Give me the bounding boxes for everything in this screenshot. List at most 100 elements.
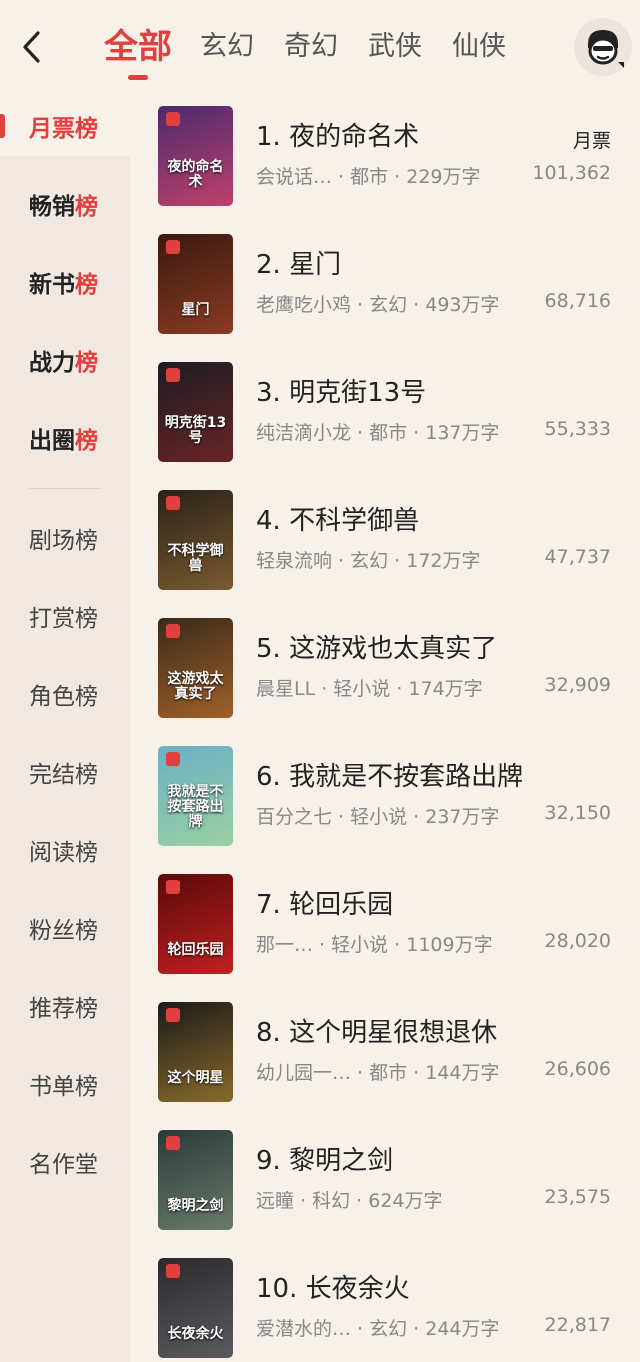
book-meta: 爱潜水的… · 玄幻 · 244万字 — [256, 1318, 500, 1340]
sidebar-item-label-accent: 榜 — [75, 272, 98, 298]
book-meta: 老鹰吃小鸡 · 玄幻 · 493万字 — [256, 294, 500, 316]
cover-title: 我就是不按套路出牌 — [167, 784, 224, 830]
sidebar-item-label: 月票榜 — [29, 116, 98, 142]
ranking-sidebar: 月票榜 畅销榜 新书榜 战力榜 出圈榜 剧场榜 打赏榜 角色榜 完结榜 阅读榜 … — [0, 96, 130, 1362]
book-row[interactable]: 我就是不按套路出牌 6. 我就是不按套路出牌百分之七 · 轻小说 · 237万字 3… — [130, 736, 640, 864]
cover-title: 夜的命名术 — [167, 159, 224, 190]
book-row[interactable]: 这游戏太真实了 5. 这游戏也太真实了晨星LL · 轻小说 · 174万字 32,9… — [130, 608, 640, 736]
sidebar-item-breakout[interactable]: 出圈榜 — [0, 408, 130, 468]
book-title: 2. 星门 — [256, 250, 342, 280]
tab-qihuan[interactable]: 奇幻 — [284, 22, 338, 72]
user-avatar-icon — [588, 30, 624, 68]
sidebar-item-new-books[interactable]: 新书榜 — [0, 252, 130, 312]
sidebar-item-label-accent: 榜 — [75, 194, 98, 220]
cover-title: 这个明星 — [167, 1070, 224, 1086]
tab-xuanhuan[interactable]: 玄幻 — [200, 22, 254, 72]
monthly-ticket-count: 32,909 — [544, 674, 611, 696]
sidebar-item-theater[interactable]: 剧场榜 — [0, 508, 130, 568]
book-title: 7. 轮回乐园 — [256, 890, 394, 920]
cover-title: 这游戏太真实了 — [167, 671, 224, 702]
sidebar-item-label-accent: 榜 — [75, 350, 98, 376]
sidebar-item-bestseller[interactable]: 畅销榜 — [0, 174, 130, 234]
tab-all[interactable]: 全部 — [104, 22, 172, 80]
sidebar-item-characters[interactable]: 角色榜 — [0, 664, 130, 724]
monthly-ticket-count: 32,150 — [544, 802, 611, 824]
book-meta: 那一… · 轻小说 · 1109万字 — [256, 934, 493, 956]
monthly-ticket-count: 28,020 — [544, 930, 611, 952]
publisher-logo-icon — [166, 880, 180, 894]
sidebar-item-fans[interactable]: 粉丝榜 — [0, 898, 130, 958]
category-tabs: 全部 玄幻 奇幻 武侠 仙侠 — [104, 22, 536, 80]
sidebar-divider — [29, 488, 101, 489]
book-meta: 远瞳 · 科幻 · 624万字 — [256, 1190, 443, 1212]
book-row[interactable]: 黎明之剑 9. 黎明之剑远瞳 · 科幻 · 624万字 23,575 — [130, 1120, 640, 1248]
book-cover-image: 星门 — [158, 234, 233, 334]
cover-title: 不科学御兽 — [167, 543, 224, 574]
book-row[interactable]: 长夜余火 10. 长夜余火 爱潜水的… · 玄幻 · 244万字 22,817 — [130, 1248, 640, 1362]
book-cover-image: 我就是不按套路出牌 — [158, 746, 233, 846]
publisher-logo-icon — [166, 496, 180, 510]
sidebar-item-hall-of-fame[interactable]: 名作堂 — [0, 1132, 130, 1192]
sidebar-item-tips[interactable]: 打赏榜 — [0, 586, 130, 646]
book-title: 5. 这游戏也太真实了 — [256, 634, 498, 664]
book-row[interactable]: 明克街13号 3. 明克街13号 纯洁滴小龙 · 都市 · 137万字 55,333 — [130, 352, 640, 480]
cover-title: 明克街13号 — [164, 415, 227, 446]
publisher-logo-icon — [166, 368, 180, 382]
sidebar-item-label-accent: 榜 — [75, 428, 98, 454]
book-title: 1. 夜的命名术 — [256, 122, 420, 152]
cover-title: 黎明之剑 — [167, 1198, 224, 1214]
book-row[interactable]: 这个明星 8. 这个明星很想退休幼儿园一… · 都市 · 144万字 26,606 — [130, 992, 640, 1120]
monthly-ticket-count: 55,333 — [544, 418, 611, 440]
publisher-logo-icon — [166, 240, 180, 254]
book-meta: 会说话… · 都市 · 229万字 — [256, 166, 481, 188]
book-cover-image: 这个明星 — [158, 1002, 233, 1102]
book-cover-image: 这游戏太真实了 — [158, 618, 233, 718]
publisher-logo-icon — [166, 1136, 180, 1150]
sidebar-item-label: 战力榜 — [29, 350, 98, 376]
sidebar-item-label: 畅销榜 — [29, 194, 98, 220]
sidebar-item-label: 出圈榜 — [29, 428, 98, 454]
sidebar-item-completed[interactable]: 完结榜 — [0, 742, 130, 802]
book-meta: 幼儿园一… · 都市 · 144万字 — [256, 1062, 500, 1084]
user-avatar-button[interactable] — [574, 18, 632, 76]
cover-title: 星门 — [181, 302, 210, 318]
monthly-ticket-count: 23,575 — [544, 1186, 611, 1208]
sidebar-item-label: 新书榜 — [29, 272, 98, 298]
sidebar-item-recommend[interactable]: 推荐榜 — [0, 976, 130, 1036]
chevron-left-icon — [23, 31, 40, 63]
publisher-logo-icon — [166, 1264, 180, 1278]
book-row[interactable]: 夜的命名术 1. 夜的命名术 会说话… · 都市 · 229万字 101,362 — [130, 96, 640, 224]
tab-xianxia[interactable]: 仙侠 — [452, 22, 506, 72]
book-row[interactable]: 不科学御兽 4. 不科学御兽 轻泉流响 · 玄幻 · 172万字 47,737 — [130, 480, 640, 608]
publisher-logo-icon — [166, 1008, 180, 1022]
book-meta: 晨星LL · 轻小说 · 174万字 — [256, 678, 483, 700]
book-title: 8. 这个明星很想退休 — [256, 1018, 498, 1048]
book-meta: 百分之七 · 轻小说 · 237万字 — [256, 806, 500, 828]
book-title: 3. 明克街13号 — [256, 378, 427, 408]
sidebar-item-reading[interactable]: 阅读榜 — [0, 820, 130, 880]
monthly-ticket-count: 68,716 — [544, 290, 611, 312]
cover-title: 轮回乐园 — [167, 942, 224, 958]
tab-wuxia[interactable]: 武侠 — [368, 22, 422, 72]
book-row[interactable]: 轮回乐园 7. 轮回乐园那一… · 轻小说 · 1109万字 28,020 — [130, 864, 640, 992]
book-cover-image: 长夜余火 — [158, 1258, 233, 1358]
book-cover-image: 轮回乐园 — [158, 874, 233, 974]
book-cover-image: 不科学御兽 — [158, 490, 233, 590]
book-title: 10. 长夜余火 — [256, 1274, 410, 1304]
book-title: 4. 不科学御兽 — [256, 506, 420, 536]
sidebar-item-power[interactable]: 战力榜 — [0, 330, 130, 390]
cover-title: 长夜余火 — [167, 1326, 224, 1342]
sidebar-item-monthly-ticket[interactable]: 月票榜 — [0, 96, 130, 156]
monthly-ticket-count: 26,606 — [544, 1058, 611, 1080]
sidebar-item-booklists[interactable]: 书单榜 — [0, 1054, 130, 1114]
publisher-logo-icon — [166, 112, 180, 126]
back-button[interactable] — [14, 26, 48, 68]
book-meta: 轻泉流响 · 玄幻 · 172万字 — [256, 550, 481, 572]
publisher-logo-icon — [166, 752, 180, 766]
top-bar: 全部 玄幻 奇幻 武侠 仙侠 — [0, 0, 640, 96]
book-row[interactable]: 星门 2. 星门老鹰吃小鸡 · 玄幻 · 493万字 68,716 — [130, 224, 640, 352]
book-cover-image: 黎明之剑 — [158, 1130, 233, 1230]
book-title: 6. 我就是不按套路出牌 — [256, 762, 524, 792]
book-title: 9. 黎明之剑 — [256, 1146, 394, 1176]
book-cover-image: 明克街13号 — [158, 362, 233, 462]
